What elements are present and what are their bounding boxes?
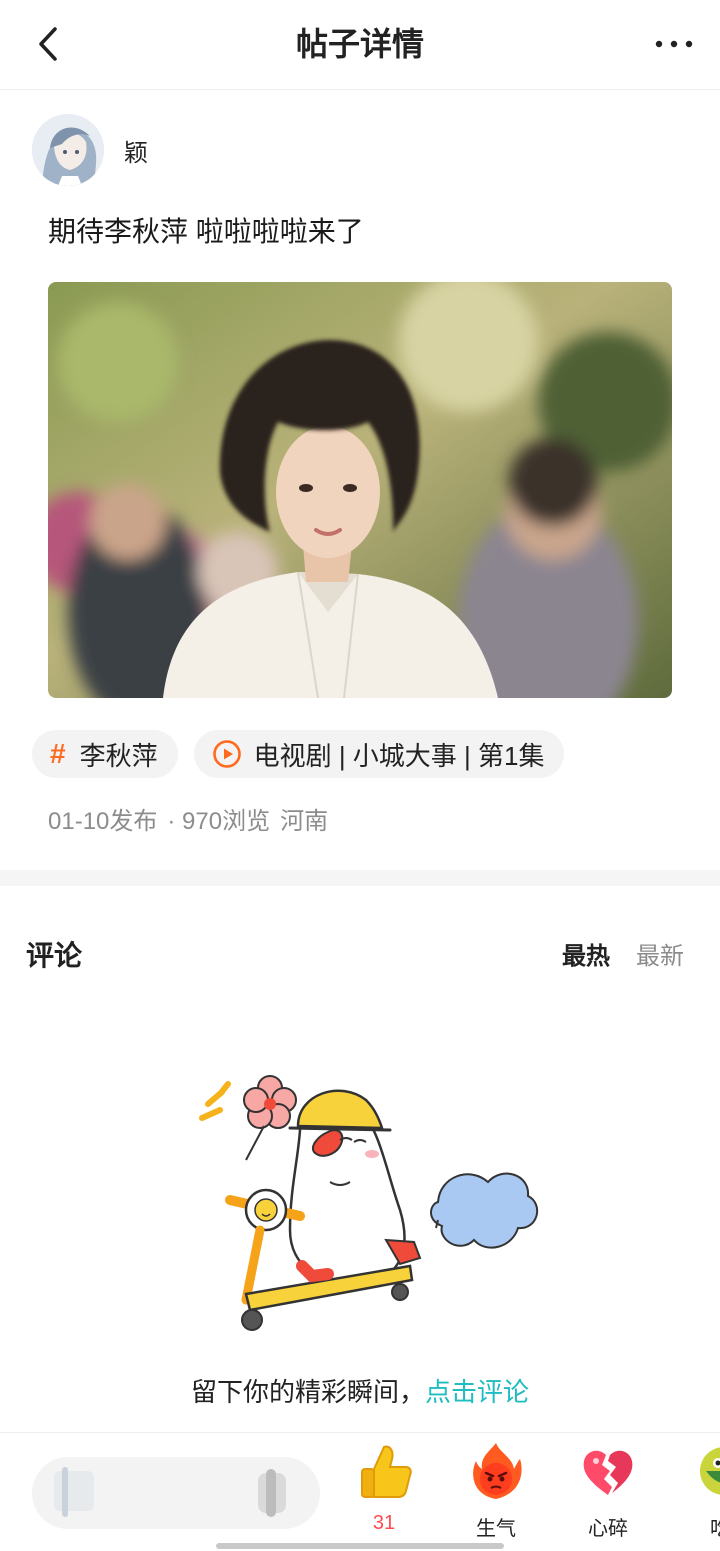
- more-button[interactable]: [650, 22, 698, 66]
- empty-comments-prompt: 留下你的精彩瞬间，点击评论: [0, 1372, 720, 1409]
- post-author[interactable]: 颖: [32, 114, 148, 186]
- post-date: 01-10发布: [48, 808, 158, 835]
- author-name[interactable]: 颖: [124, 133, 148, 168]
- post-image[interactable]: [48, 282, 672, 698]
- empty-comments-text: 留下你的精彩瞬间，: [190, 1377, 425, 1407]
- post-meta: 01-10发布 · 970浏览 河南: [48, 804, 328, 840]
- tag-label: 李秋萍: [79, 740, 158, 771]
- write-comment-link[interactable]: 点击评论: [425, 1377, 529, 1407]
- eating-melon-icon: [700, 1447, 720, 1495]
- post-text: 期待李秋萍 啦啦啦啦来了: [48, 216, 364, 247]
- angry-fire-icon: [473, 1443, 522, 1499]
- angry-label: 生气: [476, 1518, 516, 1540]
- play-circle-icon: [212, 739, 242, 769]
- sort-hot-tab[interactable]: 最热: [562, 936, 610, 971]
- melon-label: 吃: [680, 1512, 720, 1541]
- empty-comments-illustration: [190, 1070, 550, 1340]
- bottom-action-bar: 31 生气 心碎 吃: [0, 1432, 720, 1551]
- heartbreak-reaction[interactable]: 心碎: [568, 1441, 648, 1541]
- top-bar: 帖子详情: [0, 0, 720, 90]
- page-title: 帖子详情: [295, 26, 424, 62]
- tag-drama[interactable]: 电视剧 | 小城大事 | 第1集: [193, 730, 565, 778]
- hash-icon: #: [50, 738, 66, 769]
- sort-new-tab[interactable]: 最新: [636, 936, 684, 971]
- broken-heart-icon: [583, 1450, 633, 1495]
- angry-reaction[interactable]: 生气: [456, 1441, 536, 1541]
- more-dots-icon: [655, 40, 693, 48]
- comments-title: 评论: [26, 940, 83, 971]
- heartbreak-label: 心碎: [588, 1518, 628, 1540]
- thumbs-up-icon: [361, 1445, 412, 1498]
- melon-reaction[interactable]: 吃: [680, 1441, 720, 1541]
- post-location: 河南: [280, 808, 329, 835]
- home-indicator: [216, 1543, 504, 1549]
- avatar[interactable]: [32, 114, 104, 186]
- tag-list: # 李秋萍 电视剧 | 小城大事 | 第1集: [32, 730, 565, 778]
- tag-label: 电视剧 | 小城大事 | 第1集: [253, 740, 545, 771]
- section-divider: [0, 870, 720, 886]
- view-count: · 970浏览: [167, 808, 271, 835]
- tag-topic[interactable]: # 李秋萍: [32, 730, 178, 778]
- like-reaction[interactable]: 31: [344, 1441, 424, 1535]
- like-count: 31: [372, 1512, 396, 1534]
- comment-sort-tabs: 最热 最新: [562, 936, 684, 971]
- comment-input[interactable]: [32, 1457, 320, 1529]
